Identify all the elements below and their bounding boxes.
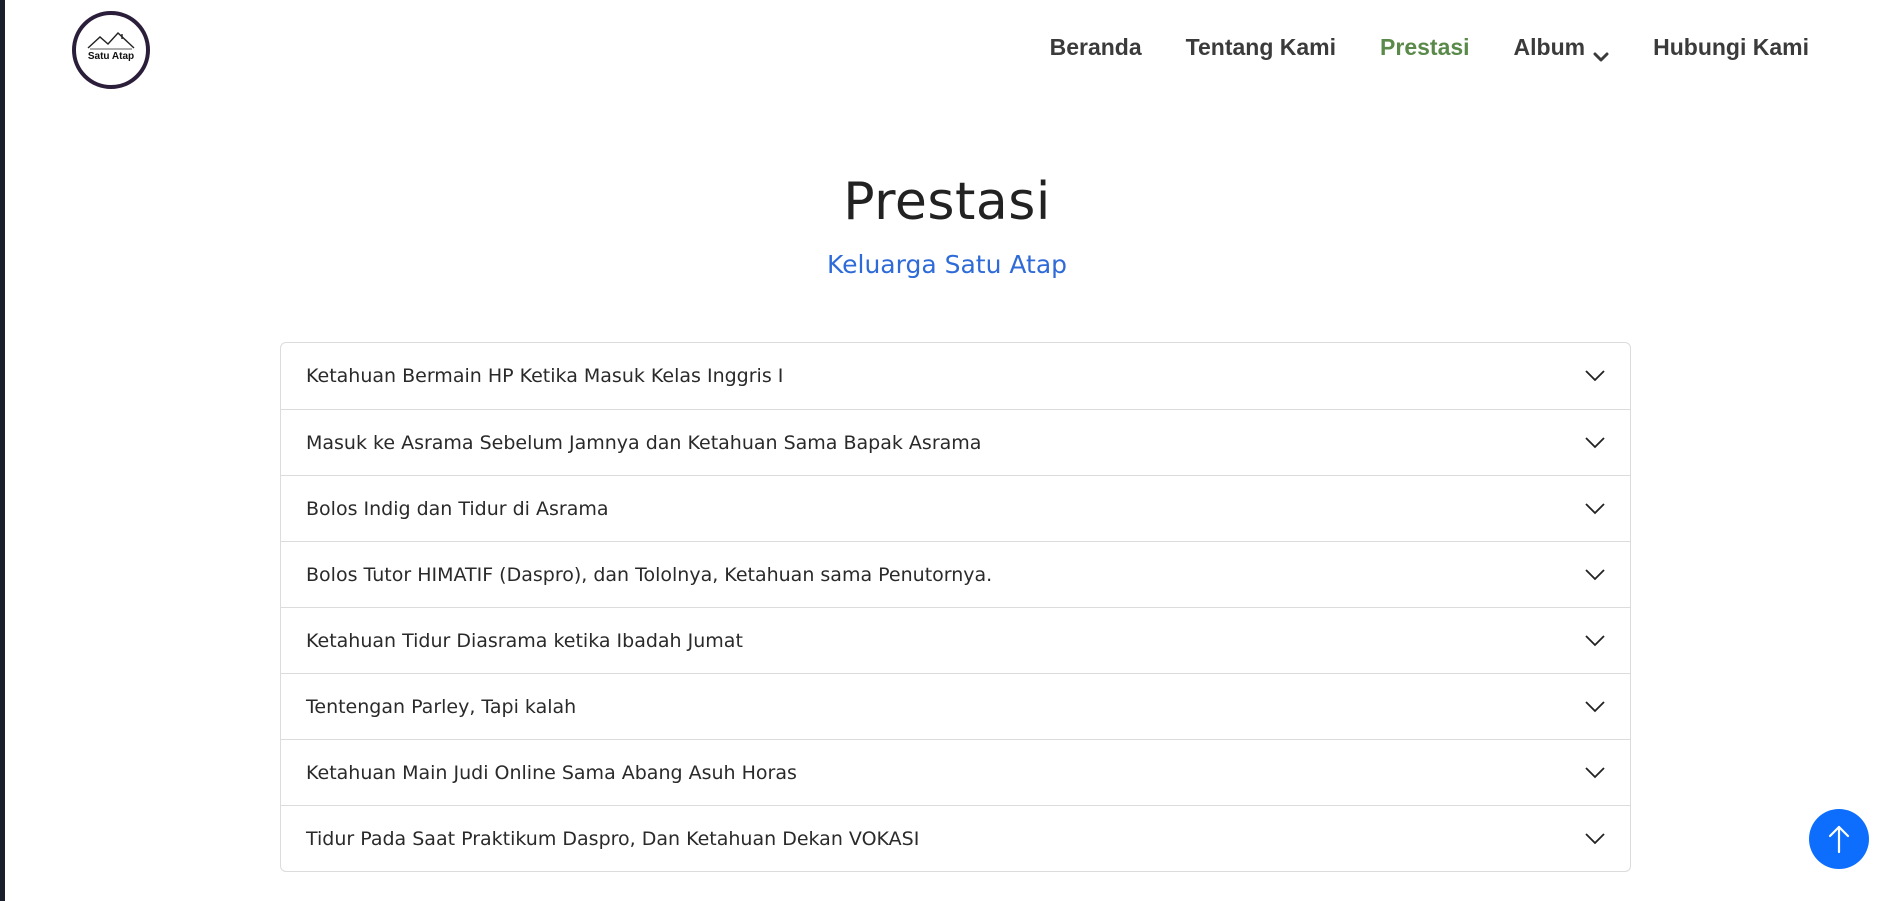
page-title: Prestasi <box>843 172 1051 232</box>
accordion-item[interactable]: Tentengan Parley, Tapi kalah <box>281 673 1630 739</box>
window-edge <box>0 0 5 901</box>
chevron-down-icon <box>1585 502 1605 514</box>
chevron-down-icon <box>1585 568 1605 580</box>
accordion-item-label: Ketahuan Tidur Diasrama ketika Ibadah Ju… <box>306 629 743 652</box>
accordion-item-label: Ketahuan Main Judi Online Sama Abang Asu… <box>306 761 797 784</box>
accordion-item-label: Masuk ke Asrama Sebelum Jamnya dan Ketah… <box>306 431 982 454</box>
site-header: Satu Atap Beranda Tentang Kami Prestasi … <box>0 0 1894 105</box>
nav-item-prestasi[interactable]: Prestasi <box>1380 34 1470 61</box>
nav-item-label: Tentang Kami <box>1185 34 1337 60</box>
nav-item-tentang-kami[interactable]: Tentang Kami <box>1186 34 1336 61</box>
accordion-item-label: Tidur Pada Saat Praktikum Daspro, Dan Ke… <box>306 827 920 850</box>
nav-item-album[interactable]: Album <box>1514 34 1610 61</box>
page-subtitle: Keluarga Satu Atap <box>826 250 1068 279</box>
achievements-accordion: Ketahuan Bermain HP Ketika Masuk Kelas I… <box>280 342 1631 872</box>
arrow-up-icon <box>1828 825 1850 854</box>
brand-logo[interactable]: Satu Atap <box>72 11 150 89</box>
page: Satu Atap Beranda Tentang Kami Prestasi … <box>0 0 1894 901</box>
nav-item-label: Album <box>1513 34 1586 60</box>
accordion-item[interactable]: Bolos Indig dan Tidur di Asrama <box>281 475 1630 541</box>
chevron-down-icon <box>1585 436 1605 448</box>
accordion-item[interactable]: Ketahuan Bermain HP Ketika Masuk Kelas I… <box>281 343 1630 409</box>
nav-item-label: Prestasi <box>1380 34 1470 60</box>
chevron-down-icon <box>1585 370 1605 382</box>
back-to-top-button[interactable] <box>1809 809 1869 869</box>
accordion-item[interactable]: Ketahuan Tidur Diasrama ketika Ibadah Ju… <box>281 607 1630 673</box>
logo-text: Satu Atap <box>87 51 135 62</box>
nav-item-label: Hubungi Kami <box>1653 34 1809 60</box>
accordion-item-label: Bolos Tutor HIMATIF (Daspro), dan Tololn… <box>306 563 993 586</box>
chevron-down-icon <box>1585 766 1605 778</box>
accordion-item-label: Tentengan Parley, Tapi kalah <box>306 695 577 718</box>
nav-item-beranda[interactable]: Beranda <box>1050 34 1142 61</box>
accordion-item[interactable]: Masuk ke Asrama Sebelum Jamnya dan Ketah… <box>281 409 1630 475</box>
accordion-item[interactable]: Tidur Pada Saat Praktikum Daspro, Dan Ke… <box>281 805 1630 871</box>
chevron-down-icon <box>1585 700 1605 712</box>
main-nav: Beranda Tentang Kami Prestasi Album Hubu… <box>1006 34 1809 61</box>
nav-item-hubungi-kami[interactable]: Hubungi Kami <box>1653 34 1809 61</box>
house-roof-icon <box>87 32 135 50</box>
accordion-item-label: Bolos Indig dan Tidur di Asrama <box>306 497 609 520</box>
accordion-item[interactable]: Ketahuan Main Judi Online Sama Abang Asu… <box>281 739 1630 805</box>
chevron-down-icon <box>1585 634 1605 646</box>
chevron-down-icon <box>1593 42 1609 61</box>
chevron-down-icon <box>1585 832 1605 844</box>
accordion-item[interactable]: Bolos Tutor HIMATIF (Daspro), dan Tololn… <box>281 541 1630 607</box>
accordion-item-label: Ketahuan Bermain HP Ketika Masuk Kelas I… <box>306 365 784 387</box>
nav-item-label: Beranda <box>1049 34 1142 60</box>
